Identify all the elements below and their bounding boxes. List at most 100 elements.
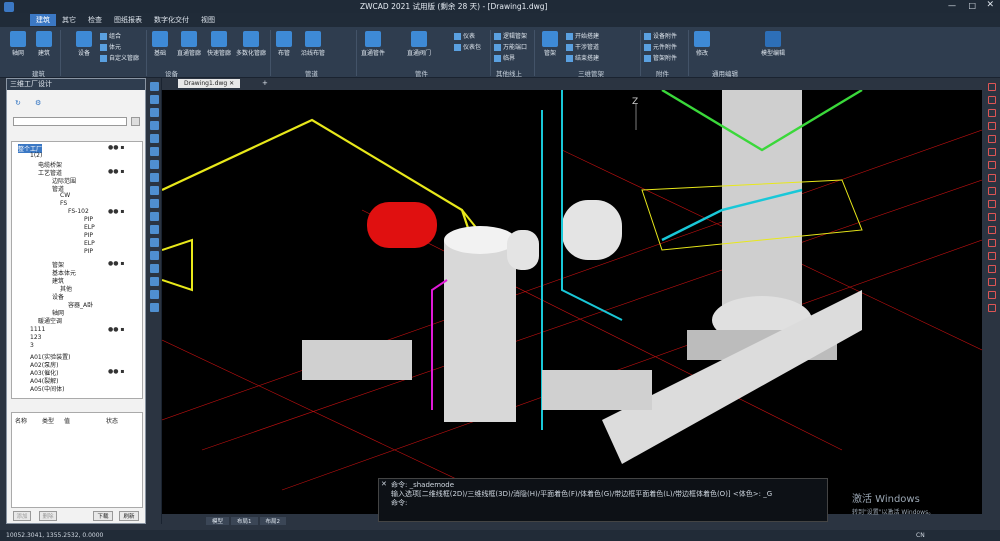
search-button[interactable] (131, 117, 140, 126)
maximize-button[interactable]: □ (968, 1, 976, 10)
pipe-support-button[interactable]: 管架 (538, 29, 562, 57)
menu-report[interactable]: 图纸报表 (108, 14, 148, 26)
tool-icon[interactable] (150, 251, 159, 260)
instrument-button[interactable]: 仪表 (454, 31, 475, 40)
tool-icon[interactable] (150, 173, 159, 182)
draw-tool-icon[interactable] (988, 187, 996, 195)
tool-icon[interactable] (150, 82, 159, 91)
tool-icon[interactable] (150, 264, 159, 273)
visibility-icon[interactable]: ●● ▪ (108, 144, 124, 151)
draw-tool-icon[interactable] (988, 239, 996, 247)
menu-building[interactable]: 建筑 (30, 14, 56, 26)
combine-button[interactable]: 组合 (100, 31, 121, 40)
draw-tool-icon[interactable] (988, 252, 996, 260)
menu-check[interactable]: 检查 (82, 14, 108, 26)
close-button[interactable]: ✕ (986, 0, 994, 10)
pipe-button[interactable]: 布管 (272, 29, 296, 57)
tree-item[interactable]: CW (60, 192, 70, 199)
tab-layout1[interactable]: 布局1 (231, 517, 258, 525)
refresh-icon[interactable]: ↻ (15, 99, 21, 107)
support-attach-button[interactable]: 管架附件 (644, 53, 677, 62)
route-pipe-button[interactable]: 沿线布管 (298, 29, 328, 57)
instrument-pack-button[interactable]: 仪表包 (454, 42, 481, 51)
tool-icon[interactable] (150, 147, 159, 156)
equipment-attach-button[interactable]: 设备附件 (644, 31, 677, 40)
tree-item[interactable]: 暖通空调 (38, 316, 62, 325)
menu-digital-delivery[interactable]: 数字化交付 (148, 14, 195, 26)
tree-item[interactable]: 1(2) (30, 152, 42, 159)
pipe-fitting-button[interactable]: 直通管件 (358, 29, 388, 57)
new-tab-button[interactable]: + (262, 79, 268, 87)
command-window[interactable]: ✕ 命令: _shademode 输入选项[二维线框(2D)/三维线框(3D)/… (378, 478, 828, 522)
param-rack-button[interactable]: 多数化管廊 (234, 29, 268, 57)
tool-icon[interactable] (150, 186, 159, 195)
building-button[interactable]: 建筑 (32, 29, 56, 57)
draw-tool-icon[interactable] (988, 135, 996, 143)
tree-item[interactable]: 1111 (30, 326, 45, 333)
draw-tool-icon[interactable] (988, 83, 996, 91)
tool-icon[interactable] (150, 134, 159, 143)
draw-tool-icon[interactable] (988, 122, 996, 130)
draw-tool-icon[interactable] (988, 148, 996, 156)
tree-item[interactable]: A05(中间体) (30, 384, 64, 393)
draw-tool-icon[interactable] (988, 265, 996, 273)
tool-icon[interactable] (150, 108, 159, 117)
draw-tool-icon[interactable] (988, 213, 996, 221)
tree-item[interactable]: 设备 (52, 292, 64, 301)
ime-indicator[interactable]: CN (916, 530, 925, 541)
download-button[interactable]: 下载 (93, 511, 113, 521)
draw-tool-icon[interactable] (988, 161, 996, 169)
tool-icon[interactable] (150, 212, 159, 221)
tool-icon[interactable] (150, 290, 159, 299)
tool-icon[interactable] (150, 238, 159, 247)
foundation-button[interactable]: 基础 (148, 29, 172, 57)
draw-tool-icon[interactable] (988, 304, 996, 312)
tree-item[interactable]: PIP (84, 232, 93, 239)
tool-icon[interactable] (150, 95, 159, 104)
tool-icon[interactable] (150, 121, 159, 130)
draw-tool-icon[interactable] (988, 278, 996, 286)
tab-model[interactable]: 模型 (206, 517, 230, 525)
valve-button[interactable]: 直通阀门 (404, 29, 434, 57)
add-button[interactable]: 添加 (13, 511, 31, 521)
start-build-button[interactable]: 开始搭建 (566, 31, 599, 40)
draw-tool-icon[interactable] (988, 174, 996, 182)
logic-support-button[interactable]: 逻辑管架 (494, 31, 527, 40)
universal-port-button[interactable]: 万能端口 (494, 42, 527, 51)
minimize-button[interactable]: — (948, 1, 956, 10)
axis-grid-button[interactable]: 轴网 (6, 29, 30, 57)
tree-item[interactable]: PIP (84, 216, 93, 223)
visibility-icon[interactable]: ●● ▪ (108, 260, 124, 267)
tree-item[interactable]: ELP (84, 224, 95, 231)
visibility-icon[interactable]: ●● ▪ (108, 326, 124, 333)
cmd-line-3[interactable]: 命令: (391, 499, 827, 508)
refresh-button[interactable]: 刷新 (119, 511, 139, 521)
visibility-icon[interactable]: ●● ▪ (108, 368, 124, 375)
tree-item[interactable]: 123 (30, 334, 41, 341)
end-build-button[interactable]: 结束搭建 (566, 53, 599, 62)
interference-button[interactable]: 干涉管道 (566, 42, 599, 51)
drawing-canvas[interactable]: Z (162, 90, 982, 514)
tab-drawing1[interactable]: Drawing1.dwg ✕ (178, 79, 241, 88)
tree-item[interactable]: 3 (30, 342, 34, 349)
visibility-icon[interactable]: ●● ▪ (108, 168, 124, 175)
component-attach-button[interactable]: 元件附件 (644, 42, 677, 51)
critical-button[interactable]: 临界 (494, 53, 515, 62)
tree-item[interactable]: FS (60, 200, 67, 207)
custom-pipe-rack-button[interactable]: 自定义管廊 (100, 53, 139, 62)
straight-rack-button[interactable]: 直通管廊 (174, 29, 204, 57)
model-edit-button[interactable]: 模型编辑 (756, 29, 790, 57)
draw-tool-icon[interactable] (988, 291, 996, 299)
tree-item[interactable]: ELP (84, 240, 95, 247)
primitive-button[interactable]: 体元 (100, 42, 121, 51)
settings-icon[interactable]: ⚙ (35, 99, 41, 107)
menu-view[interactable]: 视图 (195, 14, 221, 26)
draw-tool-icon[interactable] (988, 200, 996, 208)
tree-item[interactable]: 容器_A卧 (68, 300, 93, 309)
modify-button[interactable]: 修改 (690, 29, 714, 57)
tree-item[interactable]: PIP (84, 248, 93, 255)
tool-icon[interactable] (150, 160, 159, 169)
tool-icon[interactable] (150, 199, 159, 208)
search-input[interactable] (13, 117, 127, 126)
draw-tool-icon[interactable] (988, 109, 996, 117)
